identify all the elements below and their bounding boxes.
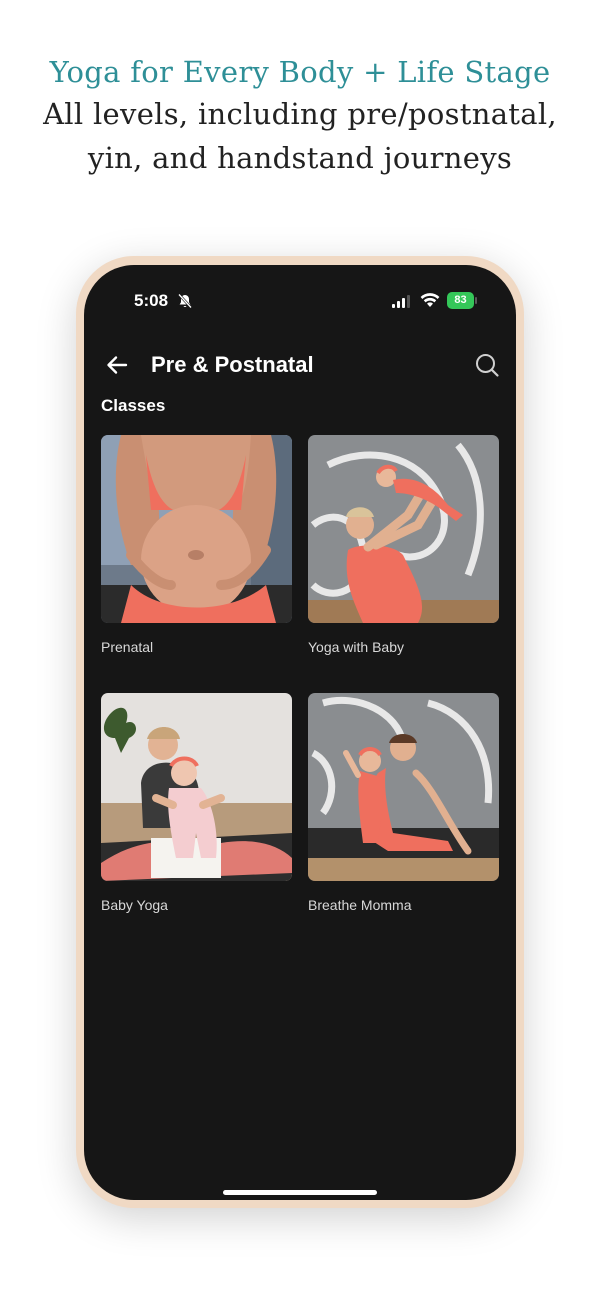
breathe-momma-photo — [308, 693, 499, 881]
section-title-classes: Classes — [101, 396, 166, 415]
cellular-signal-icon — [392, 295, 410, 308]
status-bar: 5:08 83 — [84, 289, 516, 313]
arrow-left-icon[interactable] — [104, 352, 130, 378]
class-card-label: Prenatal — [101, 639, 154, 655]
promo-subline-2: yin, and handstand journeys — [87, 141, 513, 175]
promo-headline-block: Yoga for Every Body + Life Stage All lev… — [0, 52, 600, 180]
class-card-prenatal[interactable]: Prenatal — [101, 435, 292, 656]
search-icon[interactable] — [474, 352, 500, 378]
status-time: 5:08 — [134, 291, 169, 310]
page-title: Pre & Postnatal — [151, 352, 314, 377]
nav-bar: Pre & Postnatal — [84, 347, 516, 383]
class-card-label: Baby Yoga — [101, 897, 168, 913]
class-card-label: Yoga with Baby — [308, 639, 404, 655]
promo-subline-1: All levels, including pre/postnatal, — [43, 97, 557, 131]
battery-level: 83 — [447, 292, 474, 309]
home-indicator[interactable] — [223, 1190, 377, 1195]
yoga-with-baby-photo — [308, 435, 499, 623]
battery-indicator: 83 — [447, 292, 477, 309]
bell-slash-icon — [178, 293, 192, 309]
battery-cap — [475, 297, 477, 304]
class-thumbnail — [101, 435, 292, 623]
class-card-breathe-momma[interactable]: Breathe Momma — [308, 693, 499, 914]
wifi-icon — [420, 293, 440, 307]
baby-yoga-photo — [101, 693, 292, 881]
class-thumbnail — [308, 693, 499, 881]
promo-headline: Yoga for Every Body + Life Stage — [49, 55, 551, 89]
phone-screen: 5:08 83 Pre & Postnatal Classes Prenatal… — [84, 265, 516, 1200]
class-thumbnail — [101, 693, 292, 881]
class-card-label: Breathe Momma — [308, 897, 412, 913]
class-thumbnail — [308, 435, 499, 623]
prenatal-photo — [101, 435, 292, 623]
class-card-yoga-with-baby[interactable]: Yoga with Baby — [308, 435, 499, 656]
class-card-baby-yoga[interactable]: Baby Yoga — [101, 693, 292, 914]
